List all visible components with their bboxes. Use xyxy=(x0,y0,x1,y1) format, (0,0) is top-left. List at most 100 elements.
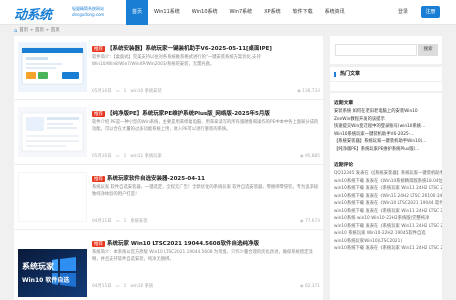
nav-home[interactable]: 首页 xyxy=(126,0,149,25)
eye-icon: ◉ xyxy=(297,88,301,94)
article-excerpt: 系统玩家 软件自选安装器，一键选定，全程无广告！全新优化的系统玩家 软件自选安装… xyxy=(92,185,319,197)
article-thumbnail[interactable] xyxy=(18,42,87,92)
view-count: ◉ 95,885 xyxy=(300,154,320,159)
breadcrumb-category[interactable]: 首页 xyxy=(35,27,44,35)
article-thumbnail[interactable]: 系统玩家 Win10 软件自选 xyxy=(18,249,87,297)
article-date: 05月10日 xyxy=(92,89,112,94)
recent-comment-link[interactable]: win10系统下载 发表在《系统玩家 Win11 24H2 LTSC 26100… xyxy=(330,208,442,216)
article-excerpt: 系统简介：本系统以官方原版 Win10 LTSC2021 19044.5608 … xyxy=(92,250,313,262)
breadcrumb: ⌂ 首页 » 首页 » 首页 xyxy=(14,27,60,35)
recent-comment-link[interactable]: win10系统下载 发表在《Win11 24H2 LTSC 26100.3476… xyxy=(330,193,442,201)
article-category-count: 1 xyxy=(123,88,127,94)
site-header: 动系统 轻量精简系统网站 dongxitong.com 首页 Win11系统 W… xyxy=(0,0,456,25)
folder-icon: ▭ xyxy=(115,283,120,289)
nav-xp[interactable]: XP系统 xyxy=(258,0,286,25)
main-nav: 首页 Win11系统 Win10系统 Win7系统 XP系统 软件下载 系统资讯 xyxy=(126,0,351,25)
breadcrumb-home[interactable]: 首页 xyxy=(19,27,28,35)
recent-comments-title: 近期评论 xyxy=(334,163,354,168)
breadcrumb-separator: » xyxy=(30,28,33,33)
home-icon: ⌂ xyxy=(14,28,18,34)
article-category[interactable]: 系统安装 xyxy=(130,218,147,224)
logo-text: 动系统 xyxy=(14,8,52,23)
search-input[interactable] xyxy=(335,44,417,56)
article-title[interactable]: 推荐 系统玩家 Win10 LTSC2021 19044.5608软件自选纯净版 xyxy=(92,239,320,247)
recent-comment-link[interactable]: QQ12345 发表在《【系统安装器】系统玩家一键装机助手V6-2025-05-… xyxy=(330,170,442,178)
recent-comment-link[interactable]: win10系统下载 发表在《系统玩家 Win11 24H2 LTSC 26100… xyxy=(330,185,442,193)
folder-icon: ▭ xyxy=(115,153,120,159)
article-title-text: 【纯净版PE】系统玩家PE维护系统Plus版_网络版-2025年5月版 xyxy=(107,111,270,117)
folder-icon: ▭ xyxy=(115,88,120,94)
recent-comment-link[interactable]: win10系统 win10 Win10-22H2系统版(完整纯净 xyxy=(330,215,442,223)
recommend-badge: 推荐 xyxy=(92,241,105,247)
site-logo[interactable]: 动系统 轻量精简系统网站 dongxitong.com xyxy=(14,3,114,23)
recent-comment-link[interactable]: win10系统下载 发表在《系统玩家 Win11 24H2 LTSC 26100… xyxy=(330,245,442,253)
article-excerpt: 软件介绍 PE是一种小型的Win系统，主要是用来修复电脑、用来拿读写的所有版硬盘… xyxy=(92,120,319,132)
article-title[interactable]: 推荐 【纯净版PE】系统玩家PE维护系统Plus版_网络版-2025年5月版 xyxy=(92,109,320,117)
eye-icon: ◉ xyxy=(299,283,304,289)
view-count-value: 62,371 xyxy=(304,283,320,289)
sidebar-search: 搜索 xyxy=(330,36,442,64)
article-category[interactable]: win10 系统安装 xyxy=(130,88,161,94)
article-category[interactable]: win10 系统 xyxy=(130,283,153,289)
nav-win7[interactable]: Win7系统 xyxy=(224,0,259,25)
article-list: 推荐 【系统安装器】系统玩家一键装机助手V6-2025-05-11[桌面IPE] … xyxy=(14,36,323,300)
view-count: ◉ 77,673 xyxy=(300,219,320,224)
eye-icon: ◉ xyxy=(299,218,304,224)
folder-icon: ▭ xyxy=(115,218,120,224)
thumbnail-subcaption: Win10 软件自选 xyxy=(22,277,70,284)
recommend-badge: 推荐 xyxy=(92,46,105,52)
article-meta: 04月15日 ▭ 1 win10 系统 ◉ 62,371 xyxy=(92,283,320,290)
article-thumbnail[interactable] xyxy=(18,107,87,157)
login-link[interactable]: 登录 xyxy=(398,6,408,18)
recent-article-link[interactable]: 【纯净版PE】系统玩家PE维护系统Plus版(... xyxy=(330,146,442,154)
recent-comment-link[interactable]: win10 系统玩家 Win10-22H2 19045软件自选 xyxy=(330,230,442,238)
article-title[interactable]: 推荐 系统玩家软件自选安装器-2025-04-11 xyxy=(92,174,320,182)
nav-news[interactable]: 系统资讯 xyxy=(319,0,351,25)
breadcrumb-current: 首页 xyxy=(50,28,60,33)
view-count: ◉ 136,733 xyxy=(297,89,320,94)
logo-domain: dongxitong.com xyxy=(72,12,105,17)
view-count: ◉ 62,371 xyxy=(300,284,320,289)
article-item: 推荐 【系统安装器】系统玩家一键装机助手V6-2025-05-11[桌面IPE] … xyxy=(14,36,323,100)
article-item: 系统玩家 Win10 软件自选 推荐 系统玩家 Win10 LTSC2021 19… xyxy=(14,231,323,300)
recent-articles-title: 近期文章 xyxy=(334,101,354,106)
nav-software[interactable]: 软件下载 xyxy=(287,0,319,25)
article-date: 04月11日 xyxy=(92,219,112,224)
recommend-badge: 推荐 xyxy=(92,111,105,117)
view-count-value: 136,733 xyxy=(302,88,320,94)
hot-articles-title: 热门文章 xyxy=(330,67,442,82)
article-category-count: 1 xyxy=(123,283,127,289)
article-title-text: 系统玩家 Win10 LTSC2021 19044.5608软件自选纯净版 xyxy=(107,241,259,247)
hot-articles-box: 热门文章 xyxy=(330,67,442,91)
recent-box: 近期文章 安装系统 如何在老旧老电脑上的安装Win10 ZenWin教程开发的该… xyxy=(330,93,442,300)
view-count-value: 77,673 xyxy=(304,218,320,224)
nav-win11[interactable]: Win11系统 xyxy=(148,0,186,25)
recent-article-link[interactable]: Win10系统玩家一键装机助手V6-2025-... xyxy=(330,131,442,139)
article-title-text: 【系统安装器】系统玩家一键装机助手V6-2025-05-11[桌面IPE] xyxy=(107,46,272,52)
recent-article-link[interactable]: 【系统安装器】系统玩家一键装机助手Win10(... xyxy=(330,138,442,146)
article-date: 04月15日 xyxy=(92,284,112,289)
article-title[interactable]: 推荐 【系统安装器】系统玩家一键装机助手V6-2025-05-11[桌面IPE] xyxy=(92,44,320,52)
article-meta: 05月10日 ▭ 1 win10 系统安装 ◉ 136,733 xyxy=(92,88,320,95)
article-category-count: 1 xyxy=(123,153,127,159)
recent-comment-link[interactable]: win10系统下载 发表在《Win10 LTSC2021 19044 软件自选》 xyxy=(330,200,442,208)
recent-comment-link[interactable]: win10系统玩家Win10(LTSC2021) xyxy=(330,238,442,246)
recent-comment-link[interactable]: win10系统下载 发表在《Win10系统精简版系统18.04位纯净版(网卡驱动… xyxy=(330,178,442,186)
article-date: 05月16日 xyxy=(92,154,112,159)
article-title-text: 系统玩家软件自选安装器-2025-04-11 xyxy=(107,176,205,182)
recent-article-link[interactable]: ZenWin教程开发的该提示 xyxy=(330,116,442,124)
nav-win10[interactable]: Win10系统 xyxy=(186,0,224,25)
article-thumbnail[interactable] xyxy=(18,172,87,222)
register-button[interactable]: 注册 xyxy=(421,6,440,18)
recommend-badge: 推荐 xyxy=(92,176,105,182)
recent-article-link[interactable]: 快速提交Win变迁程中的登录账号(win10系统... xyxy=(330,123,442,131)
article-meta: 04月11日 ▭ 1 系统安装 ◉ 77,673 xyxy=(92,218,320,225)
search-button[interactable]: 搜索 xyxy=(418,44,438,56)
article-category-count: 1 xyxy=(123,218,127,224)
view-count-value: 95,885 xyxy=(304,153,320,159)
recent-comment-link[interactable]: win10系统下载 发表在《系统玩家 Win11 24H2 LTSC 26100… xyxy=(330,223,442,231)
recent-article-link[interactable]: 安装系统 如何在老旧老电脑上的安装Win10 xyxy=(330,108,442,116)
article-category[interactable]: win11 系统玩家 xyxy=(130,153,161,159)
breadcrumb-separator: » xyxy=(45,28,49,33)
article-item: 推荐 【纯净版PE】系统玩家PE维护系统Plus版_网络版-2025年5月版 软件… xyxy=(14,101,323,165)
